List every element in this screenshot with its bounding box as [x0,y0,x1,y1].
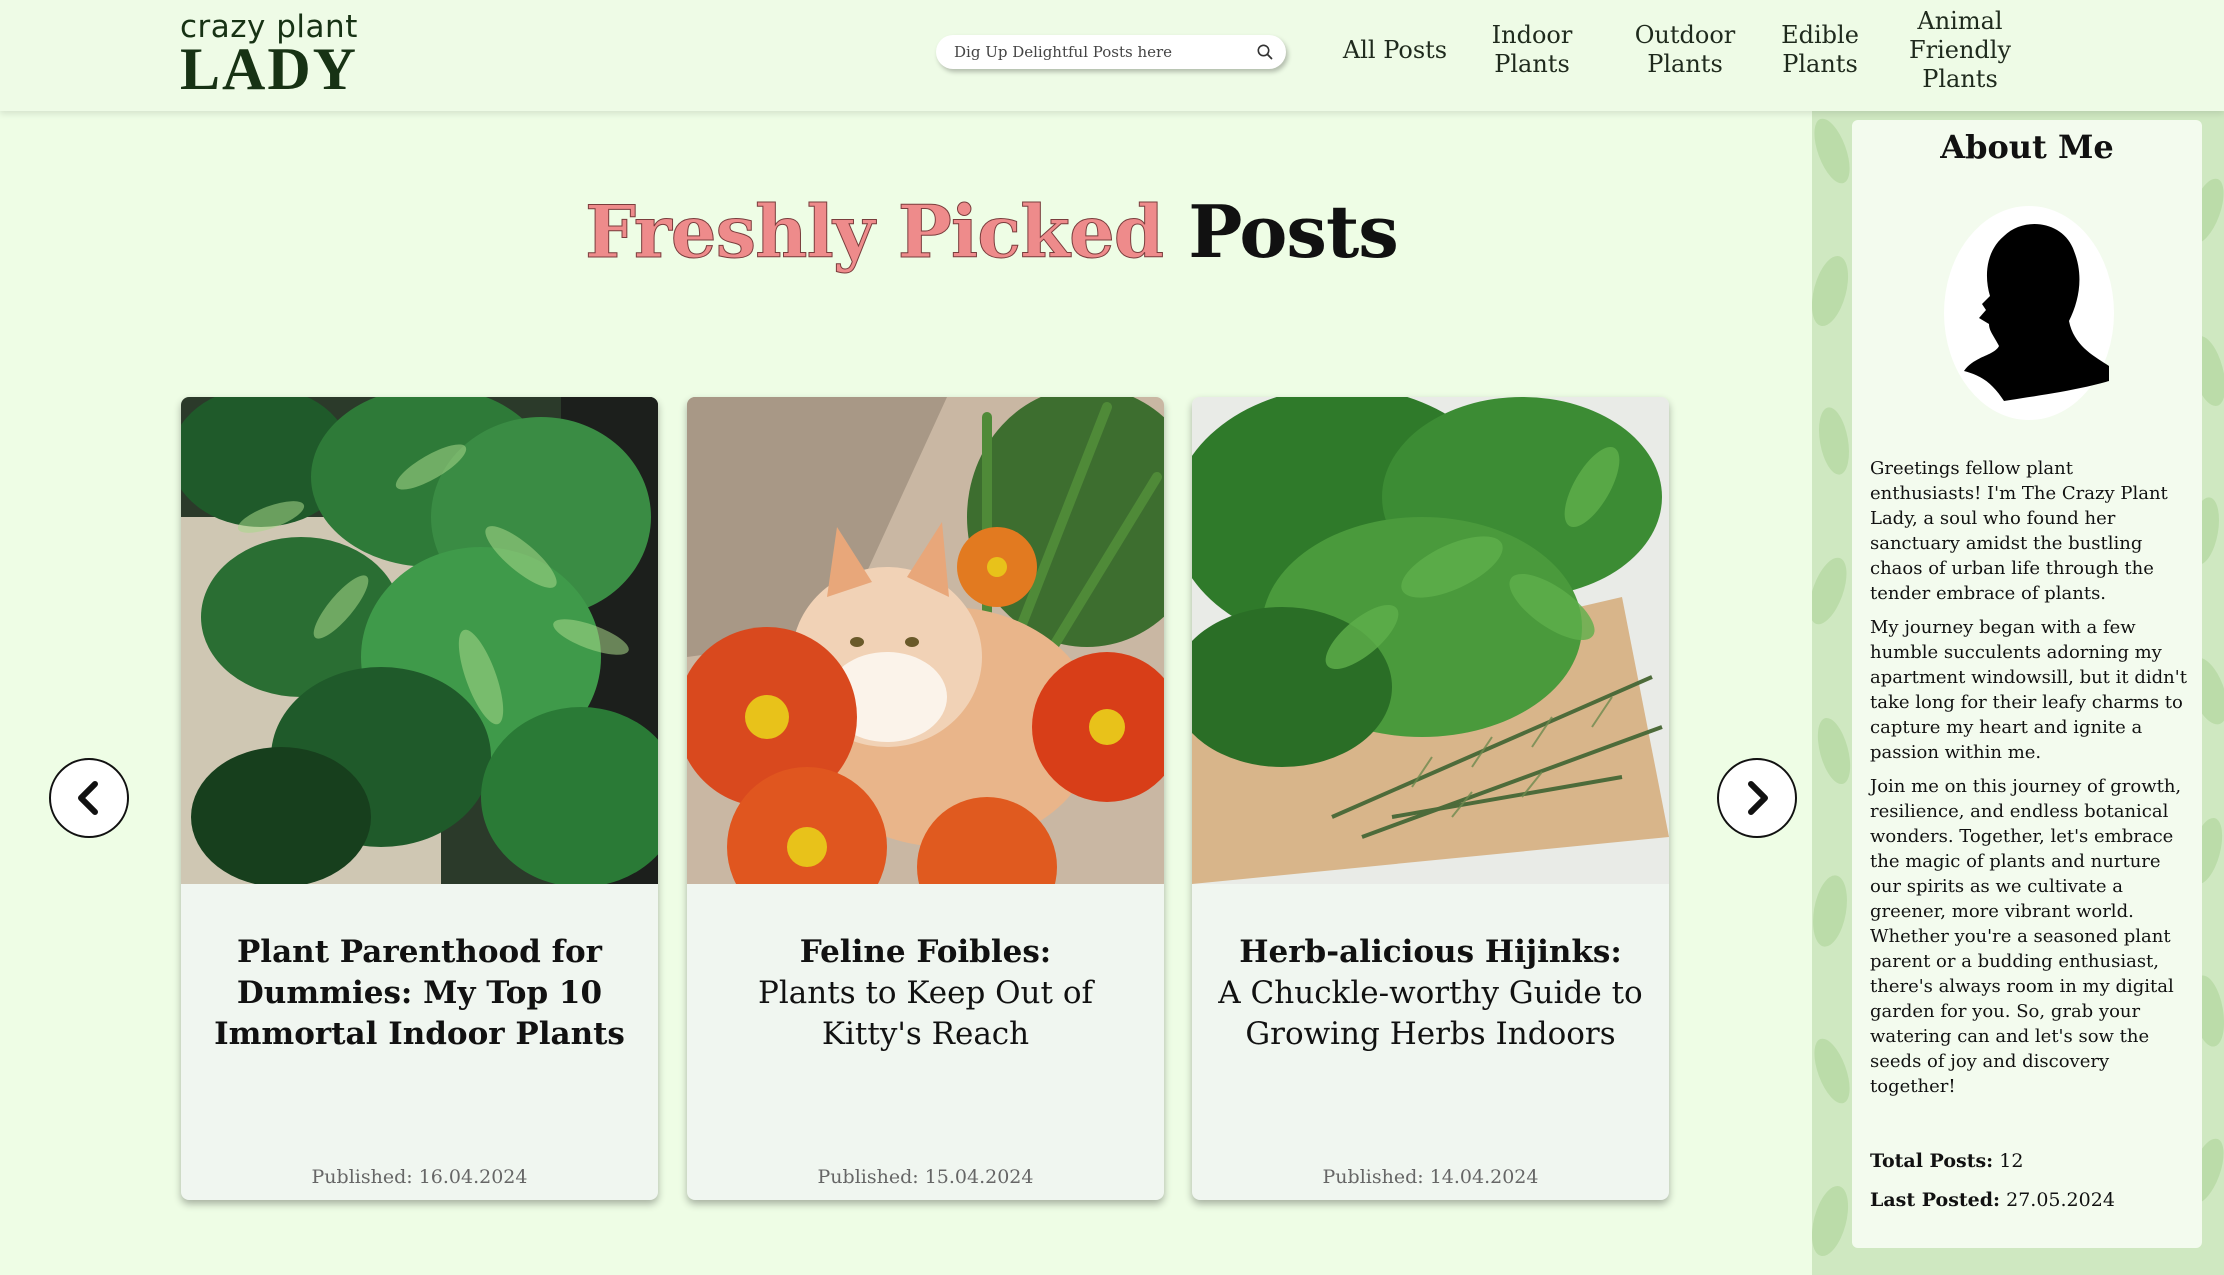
nav-animal-friendly-plants[interactable]: Animal Friendly Plants [1905,0,2015,114]
search-icon[interactable] [1256,43,1274,61]
post-title[interactable]: Plant Parenthood for Dummies: My Top 10 … [201,932,638,1055]
about-me-panel: About Me Greetings fellow plant enthusia… [1852,120,2202,1248]
post-image-herbs [1192,397,1669,884]
post-title-line2: Plants to Keep Out of Kitty's Reach [758,975,1093,1052]
about-text: Greetings fellow plant enthusiasts! I'm … [1870,456,2190,1108]
chevron-left-icon [78,781,98,815]
search-input[interactable] [954,43,1256,61]
chevron-right-icon [1748,781,1768,815]
total-posts-value: 12 [1999,1150,2024,1172]
logo-big-text: LADY [180,36,359,102]
about-paragraph: Greetings fellow plant enthusiasts! I'm … [1870,458,2168,604]
about-title: About Me [1940,128,2114,166]
site-logo[interactable]: crazy plant LADY [180,10,359,102]
headline-rest: Posts [1188,189,1399,274]
total-posts-label: Total Posts: [1870,1150,1994,1172]
post-image-houseplants [181,397,658,884]
post-title-line1: Feline Foibles: [799,934,1052,970]
woman-silhouette-icon [1944,206,2114,420]
last-posted-value: 27.05.2024 [2006,1189,2115,1211]
post-card[interactable]: Feline Foibles: Plants to Keep Out of Ki… [687,397,1164,1200]
total-posts: Total Posts: 12 [1870,1150,2115,1172]
blog-stats: Total Posts: 12 Last Posted: 27.05.2024 [1870,1150,2115,1228]
carousel-next-button[interactable] [1717,758,1797,838]
page-headline: Freshly Picked Posts [584,187,1399,277]
nav-indoor-plants[interactable]: Indoor Plants [1482,0,1582,100]
post-title[interactable]: Herb-alicious Hijinks: A Chuckle-worthy … [1212,932,1649,1055]
nav-all-posts[interactable]: All Posts [1340,0,1450,100]
about-paragraph: Join me on this journey of growth, resil… [1870,776,2182,1097]
last-posted: Last Posted: 27.05.2024 [1870,1189,2115,1211]
carousel-prev-button[interactable] [49,758,129,838]
post-title-line2: A Chuckle-worthy Guide to Growing Herbs … [1218,975,1643,1052]
post-title[interactable]: Feline Foibles: Plants to Keep Out of Ki… [707,932,1144,1055]
post-date: Published: 16.04.2024 [311,1166,528,1188]
post-card[interactable]: Herb-alicious Hijinks: A Chuckle-worthy … [1192,397,1669,1200]
nav-edible-plants[interactable]: Edible Plants [1770,0,1870,100]
nav-outdoor-plants[interactable]: Outdoor Plants [1620,0,1750,100]
post-title-line1: Plant Parenthood for [236,934,602,970]
post-image-cat-flowers [687,397,1164,884]
post-date: Published: 14.04.2024 [1322,1166,1539,1188]
site-header: crazy plant LADY All Posts Indoor Plants… [0,0,2224,111]
last-posted-label: Last Posted: [1870,1189,2001,1211]
post-date: Published: 15.04.2024 [817,1166,1034,1188]
post-card[interactable]: Plant Parenthood for Dummies: My Top 10 … [181,397,658,1200]
search-bar [936,35,1286,69]
headline-accent: Freshly Picked [584,189,1164,275]
post-title-line2: Dummies: My Top 10 Immortal Indoor Plant… [214,975,625,1052]
about-paragraph: My journey began with a few humble succu… [1870,617,2187,763]
post-title-line1: Herb-alicious Hijinks: [1239,934,1622,970]
